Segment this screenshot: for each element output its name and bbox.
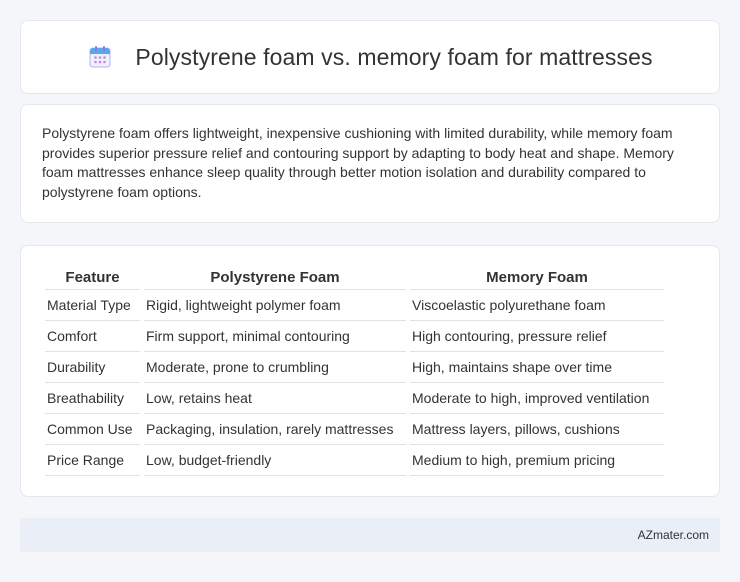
comparison-table: Feature Polystyrene Foam Memory Foam Mat… (41, 266, 668, 476)
polystyrene-cell: Packaging, insulation, rarely mattresses (144, 414, 406, 445)
footer-site-link[interactable]: AZmater.com (638, 528, 709, 542)
feature-cell: Material Type (45, 290, 140, 321)
table-row: Breathability Low, retains heat Moderate… (45, 383, 664, 414)
header-memory: Memory Foam (410, 266, 664, 290)
memory-cell: High, maintains shape over time (410, 352, 664, 383)
memory-cell: Medium to high, premium pricing (410, 445, 664, 476)
feature-cell: Comfort (45, 321, 140, 352)
summary-text: Polystyrene foam offers lightweight, ine… (42, 125, 674, 200)
feature-cell: Price Range (45, 445, 140, 476)
table-row: Material Type Rigid, lightweight polymer… (45, 290, 664, 321)
calendar-icon (87, 44, 113, 70)
table-row: Common Use Packaging, insulation, rarely… (45, 414, 664, 445)
memory-cell: Viscoelastic polyurethane foam (410, 290, 664, 321)
feature-cell: Durability (45, 352, 140, 383)
polystyrene-cell: Low, budget-friendly (144, 445, 406, 476)
table-header-row: Feature Polystyrene Foam Memory Foam (45, 266, 664, 290)
feature-cell: Common Use (45, 414, 140, 445)
memory-cell: Mattress layers, pillows, cushions (410, 414, 664, 445)
summary-card: Polystyrene foam offers lightweight, ine… (20, 104, 720, 223)
page-title: Polystyrene foam vs. memory foam for mat… (135, 43, 653, 70)
footer-bar: AZmater.com (20, 518, 720, 552)
title-card: Polystyrene foam vs. memory foam for mat… (20, 20, 720, 94)
table-row: Comfort Firm support, minimal contouring… (45, 321, 664, 352)
table-row: Durability Moderate, prone to crumbling … (45, 352, 664, 383)
feature-cell: Breathability (45, 383, 140, 414)
comparison-table-card: Feature Polystyrene Foam Memory Foam Mat… (20, 245, 720, 497)
header-feature: Feature (45, 266, 140, 290)
polystyrene-cell: Rigid, lightweight polymer foam (144, 290, 406, 321)
header-polystyrene: Polystyrene Foam (144, 266, 406, 290)
memory-cell: Moderate to high, improved ventilation (410, 383, 664, 414)
memory-cell: High contouring, pressure relief (410, 321, 664, 352)
polystyrene-cell: Firm support, minimal contouring (144, 321, 406, 352)
polystyrene-cell: Low, retains heat (144, 383, 406, 414)
table-row: Price Range Low, budget-friendly Medium … (45, 445, 664, 476)
polystyrene-cell: Moderate, prone to crumbling (144, 352, 406, 383)
